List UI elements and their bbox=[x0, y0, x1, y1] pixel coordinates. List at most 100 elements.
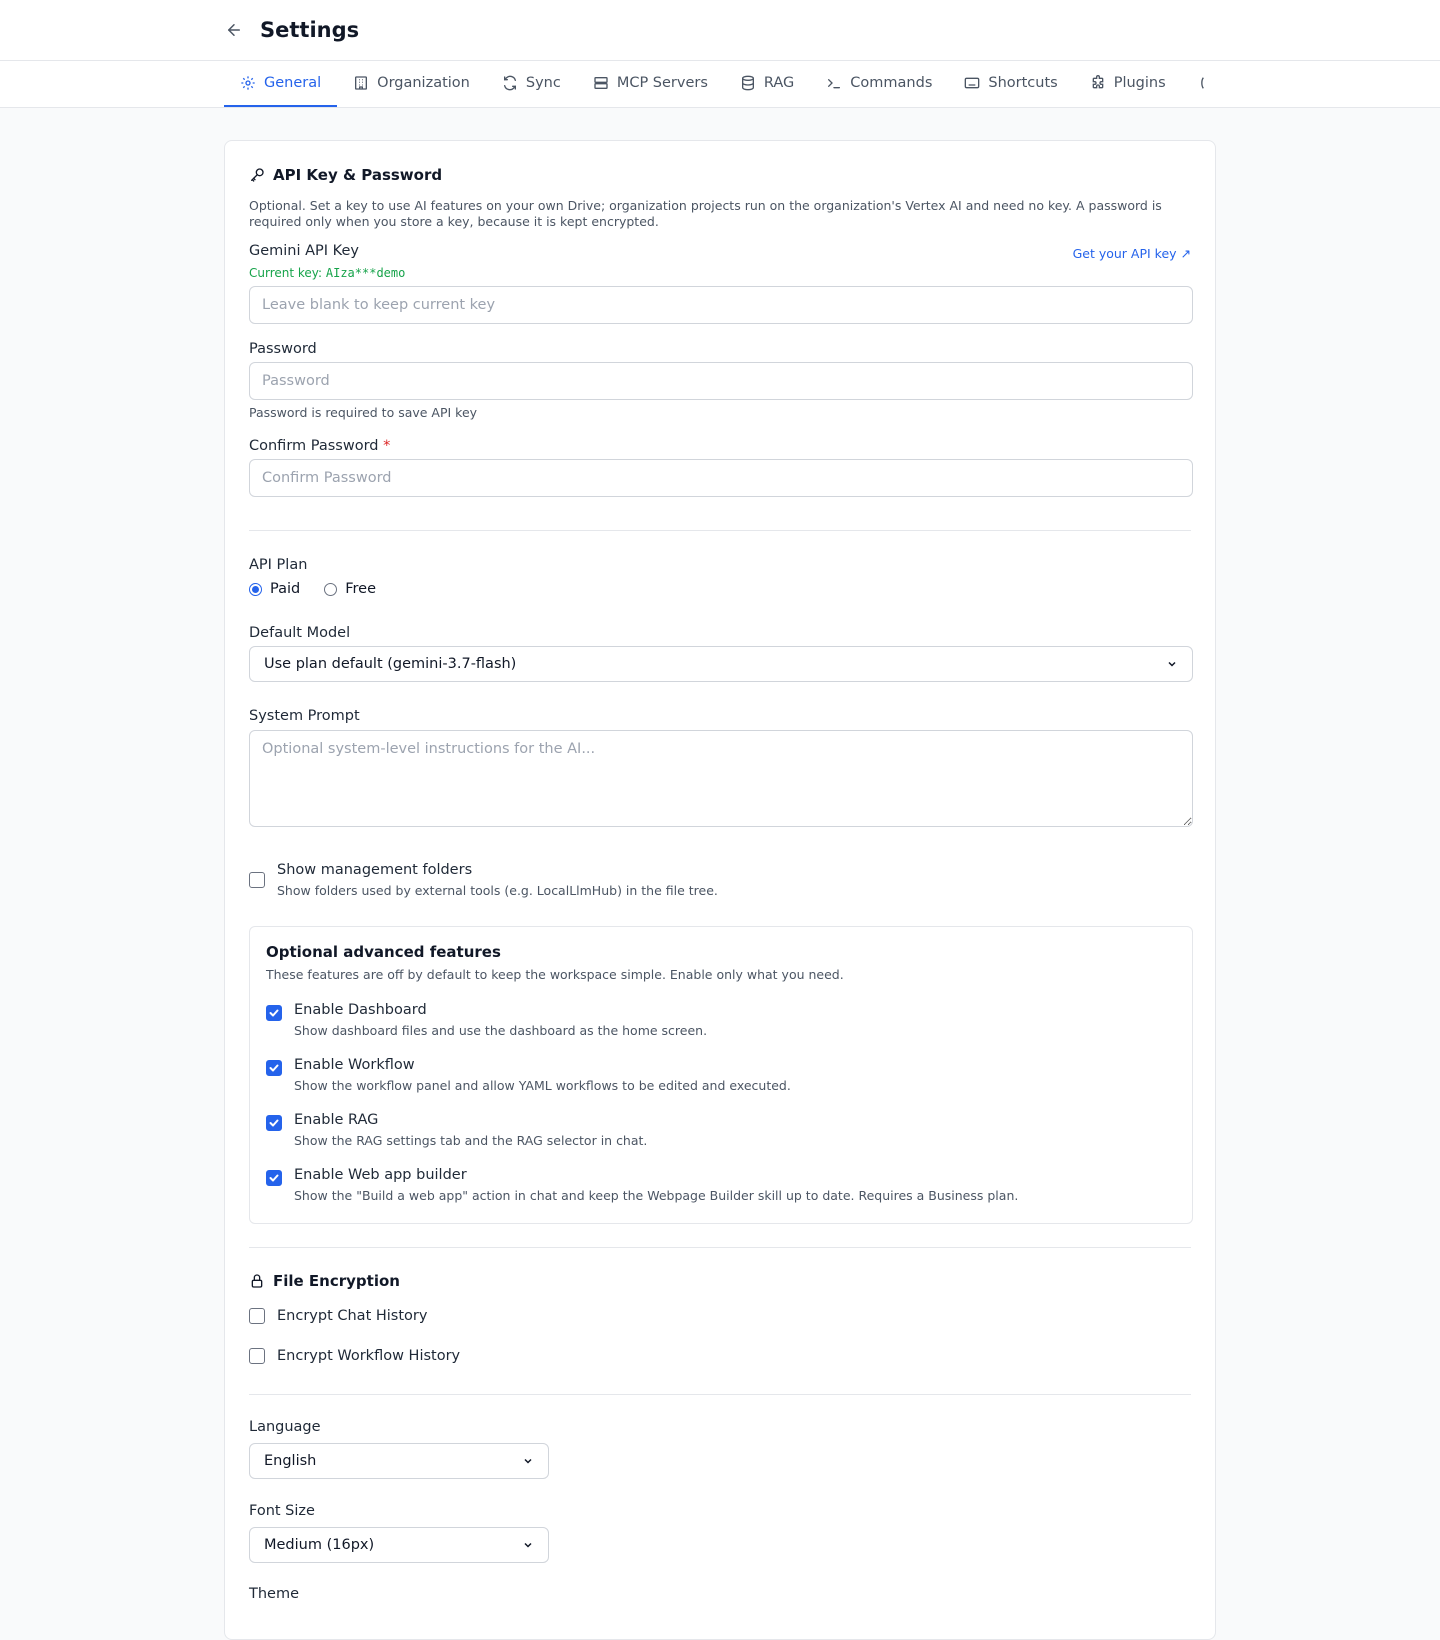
option-description: Show the "Build a web app" action in cha… bbox=[294, 1188, 1019, 1203]
tab-label: General bbox=[264, 75, 322, 91]
checkmark-icon bbox=[269, 1119, 279, 1127]
radio-label: Paid bbox=[270, 581, 301, 597]
enable-dashboard-checkbox[interactable] bbox=[266, 1005, 282, 1021]
settings-card: API Key & Password Optional. Set a key t… bbox=[224, 140, 1216, 1640]
management-folders-checkbox[interactable] bbox=[249, 872, 265, 888]
current-key-value: AIza***demo bbox=[325, 266, 406, 280]
radio-dot[interactable] bbox=[324, 582, 338, 596]
tab-bar: General Organization Sync MCP Servers RA… bbox=[0, 61, 1440, 108]
advanced-features-box: Optional advanced features These feature… bbox=[249, 926, 1193, 1224]
tab-sync[interactable]: Sync bbox=[486, 61, 577, 107]
checkmark-icon bbox=[269, 1009, 279, 1017]
option-label: Enable Dashboard bbox=[294, 1002, 427, 1018]
terminal-icon bbox=[828, 79, 841, 89]
api-key-input[interactable] bbox=[249, 286, 1193, 324]
chevron-down-icon bbox=[524, 1542, 532, 1548]
option-label: Encrypt Chat History bbox=[277, 1308, 428, 1324]
divider bbox=[249, 530, 1191, 531]
select-value: English bbox=[264, 1453, 317, 1469]
divider bbox=[249, 1247, 1191, 1248]
enable-dashboard-option: Enable Dashboard Show dashboard files an… bbox=[266, 1001, 1176, 1038]
system-prompt-label: System Prompt bbox=[249, 708, 360, 724]
plan-free-radio[interactable]: Free bbox=[324, 581, 376, 597]
enable-web-app-builder-checkbox[interactable] bbox=[266, 1170, 282, 1186]
gear-icon bbox=[241, 76, 255, 90]
page-title: Settings bbox=[260, 18, 360, 42]
encrypt-workflow-checkbox[interactable] bbox=[249, 1348, 265, 1364]
select-value: Use plan default (gemini-3.7-flash) bbox=[264, 656, 517, 672]
partial-tab-icon bbox=[1200, 77, 1204, 89]
api-plan-radio-group: Paid Free bbox=[249, 581, 376, 597]
default-model-label: Default Model bbox=[249, 625, 351, 641]
confirm-password-input[interactable] bbox=[249, 459, 1193, 497]
language-select[interactable]: English bbox=[249, 1443, 549, 1479]
radio-dot[interactable] bbox=[249, 582, 262, 596]
advanced-title: Optional advanced features bbox=[266, 943, 501, 961]
section-title-text: File Encryption bbox=[273, 1272, 400, 1290]
option-description: Show dashboard files and use the dashboa… bbox=[294, 1023, 708, 1038]
chevron-down-icon bbox=[1168, 661, 1176, 667]
option-label: Enable Workflow bbox=[294, 1057, 415, 1073]
advanced-description: These features are off by default to kee… bbox=[266, 967, 844, 982]
current-key-prefix: Current key: bbox=[249, 266, 326, 280]
checkmark-icon bbox=[269, 1064, 279, 1072]
get-api-key-link[interactable]: Get your API key ↗ bbox=[1073, 246, 1191, 261]
tab-label: Plugins bbox=[1113, 75, 1166, 91]
enable-workflow-option: Enable Workflow Show the workflow panel … bbox=[266, 1056, 1176, 1093]
option-description: Show the workflow panel and allow YAML w… bbox=[294, 1078, 791, 1093]
tab-organization[interactable]: Organization bbox=[337, 61, 486, 107]
tab-label: Shortcuts bbox=[988, 75, 1058, 91]
required-asterisk: * bbox=[383, 438, 391, 454]
default-model-select[interactable]: Use plan default (gemini-3.7-flash) bbox=[249, 646, 1193, 682]
puzzle-icon bbox=[1092, 75, 1104, 89]
lock-icon bbox=[251, 1274, 263, 1288]
tab-shortcuts[interactable]: Shortcuts bbox=[948, 61, 1073, 107]
api-section-title: API Key & Password bbox=[249, 166, 442, 184]
checkmark-icon bbox=[269, 1174, 279, 1182]
database-icon bbox=[741, 75, 754, 91]
encrypt-workflow-option: Encrypt Workflow History bbox=[249, 1348, 460, 1364]
password-input[interactable] bbox=[249, 362, 1193, 400]
tab-label: RAG bbox=[763, 75, 795, 91]
tab-rag[interactable]: RAG bbox=[724, 61, 810, 107]
font-size-label: Font Size bbox=[249, 1503, 315, 1519]
tab-label: Sync bbox=[525, 75, 561, 91]
management-folders-option: Show management folders Show folders use… bbox=[249, 861, 718, 898]
tab-overflow[interactable] bbox=[1182, 61, 1214, 107]
password-hint: Password is required to save API key bbox=[249, 405, 478, 420]
option-label: Enable Web app builder bbox=[294, 1167, 467, 1183]
key-icon bbox=[251, 168, 264, 182]
building-icon bbox=[355, 76, 368, 90]
confirm-password-text: Confirm Password bbox=[249, 438, 379, 454]
sync-icon bbox=[503, 75, 516, 91]
language-label: Language bbox=[249, 1419, 321, 1435]
tab-general[interactable]: General bbox=[224, 61, 338, 107]
font-size-select[interactable]: Medium (16px) bbox=[249, 1527, 549, 1563]
tab-mcp-servers[interactable]: MCP Servers bbox=[577, 61, 724, 107]
divider bbox=[249, 1394, 1191, 1395]
gemini-key-label: Gemini API Key bbox=[249, 243, 359, 259]
enable-rag-checkbox[interactable] bbox=[266, 1115, 282, 1131]
back-button[interactable] bbox=[222, 18, 246, 42]
tab-commands[interactable]: Commands bbox=[810, 61, 948, 107]
option-label: Encrypt Workflow History bbox=[277, 1348, 461, 1364]
keyboard-icon bbox=[965, 77, 980, 89]
select-value: Medium (16px) bbox=[264, 1537, 375, 1553]
encryption-section-title: File Encryption bbox=[249, 1272, 400, 1290]
encrypt-chat-checkbox[interactable] bbox=[249, 1308, 265, 1324]
chevron-down-icon bbox=[524, 1458, 532, 1464]
password-label: Password bbox=[249, 341, 317, 357]
tab-plugins[interactable]: Plugins bbox=[1074, 61, 1182, 107]
server-icon bbox=[594, 77, 608, 89]
enable-rag-option: Enable RAG Show the RAG settings tab and… bbox=[266, 1111, 1176, 1148]
tab-label: Organization bbox=[377, 75, 470, 91]
plan-paid-radio[interactable]: Paid bbox=[249, 581, 300, 597]
radio-label: Free bbox=[345, 581, 376, 597]
enable-web-app-builder-option: Enable Web app builder Show the "Build a… bbox=[266, 1166, 1176, 1203]
api-plan-label: API Plan bbox=[249, 557, 308, 573]
tab-label: MCP Servers bbox=[616, 75, 708, 91]
arrow-left-icon bbox=[228, 24, 240, 36]
enable-workflow-checkbox[interactable] bbox=[266, 1060, 282, 1076]
section-title-text: API Key & Password bbox=[273, 166, 443, 184]
system-prompt-textarea[interactable] bbox=[249, 730, 1193, 827]
